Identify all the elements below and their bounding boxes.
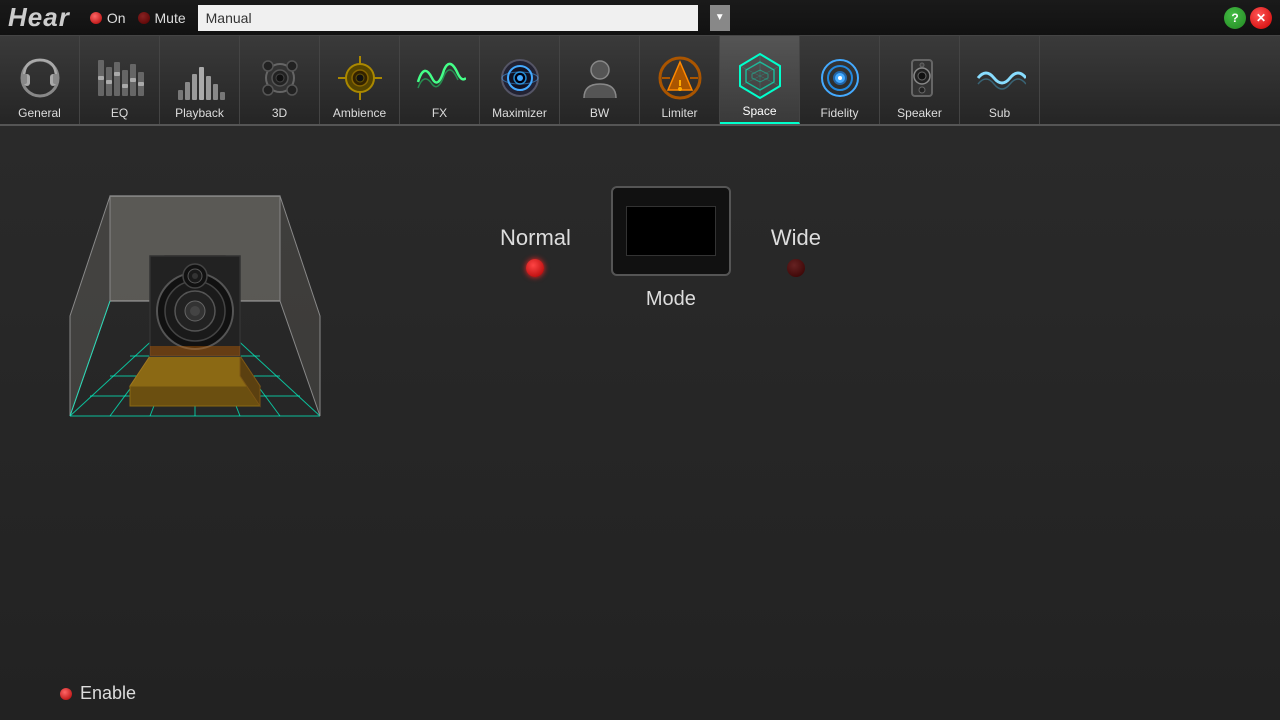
mute-indicator <box>138 12 150 24</box>
header: Hear On Mute ▼ ? ✕ <box>0 0 1280 36</box>
bw-icon <box>574 52 626 104</box>
eq-icon <box>94 52 146 104</box>
window-controls: ? ✕ <box>1224 7 1272 29</box>
on-indicator <box>90 12 102 24</box>
mode-display-inner <box>626 206 716 256</box>
close-button[interactable]: ✕ <box>1250 7 1272 29</box>
mute-button[interactable]: Mute <box>138 10 186 26</box>
tab-sub-label: Sub <box>989 106 1010 120</box>
dropdown-arrow-button[interactable]: ▼ <box>710 5 730 31</box>
tab-limiter[interactable]: Limiter <box>640 36 720 124</box>
main-content: Normal Mode Wide Enable <box>0 126 1280 720</box>
space-icon <box>734 50 786 102</box>
tab-fidelity-label: Fidelity <box>820 106 858 120</box>
preset-input[interactable] <box>198 5 698 31</box>
limiter-icon <box>654 52 706 104</box>
mute-label: Mute <box>155 10 186 26</box>
tab-speaker[interactable]: Speaker <box>880 36 960 124</box>
tab-fx-label: FX <box>432 106 447 120</box>
tab-bar: General EQ <box>0 36 1280 126</box>
tab-ambience[interactable]: Ambience <box>320 36 400 124</box>
enable-section: Enable <box>60 683 136 704</box>
tab-general[interactable]: General <box>0 36 80 124</box>
speaker-icon <box>894 52 946 104</box>
tab-speaker-label: Speaker <box>897 106 942 120</box>
tab-limiter-label: Limiter <box>661 106 697 120</box>
tab-eq[interactable]: EQ <box>80 36 160 124</box>
enable-label: Enable <box>80 683 136 704</box>
normal-mode-indicator <box>526 259 544 277</box>
playback-icon <box>174 52 226 104</box>
app-title: Hear <box>8 2 70 33</box>
enable-indicator <box>60 688 72 700</box>
wide-mode-label: Wide <box>771 225 821 251</box>
on-label: On <box>107 10 126 26</box>
wide-mode-option[interactable]: Wide <box>771 225 821 277</box>
help-button[interactable]: ? <box>1224 7 1246 29</box>
ambience-icon <box>334 52 386 104</box>
mode-text-label: Mode <box>646 288 696 311</box>
fidelity-icon <box>814 52 866 104</box>
sub-icon <box>974 52 1026 104</box>
tab-bw[interactable]: BW <box>560 36 640 124</box>
normal-mode-option[interactable]: Normal <box>500 225 571 277</box>
normal-mode-label: Normal <box>500 225 571 251</box>
mode-controls: Normal Mode Wide <box>500 186 821 316</box>
tab-sub[interactable]: Sub <box>960 36 1040 124</box>
wide-mode-indicator <box>787 259 805 277</box>
3d-icon <box>254 52 306 104</box>
tab-ambience-label: Ambience <box>333 106 386 120</box>
maximizer-icon <box>494 52 546 104</box>
tab-bw-label: BW <box>590 106 609 120</box>
tab-space[interactable]: Space <box>720 36 800 124</box>
mode-display-box[interactable] <box>611 186 731 276</box>
tab-maximizer-label: Maximizer <box>492 106 547 120</box>
tab-maximizer[interactable]: Maximizer <box>480 36 560 124</box>
tab-3d-label: 3D <box>272 106 287 120</box>
general-icon <box>14 52 66 104</box>
tab-space-label: Space <box>742 104 776 118</box>
on-button[interactable]: On <box>90 10 126 26</box>
fx-icon <box>414 52 466 104</box>
tab-playback[interactable]: Playback <box>160 36 240 124</box>
tab-fx[interactable]: FX <box>400 36 480 124</box>
speaker-visualization <box>40 156 350 436</box>
tab-playback-label: Playback <box>175 106 224 120</box>
tab-3d[interactable]: 3D <box>240 36 320 124</box>
tab-fidelity[interactable]: Fidelity <box>800 36 880 124</box>
tab-general-label: General <box>18 106 61 120</box>
tab-eq-label: EQ <box>111 106 128 120</box>
